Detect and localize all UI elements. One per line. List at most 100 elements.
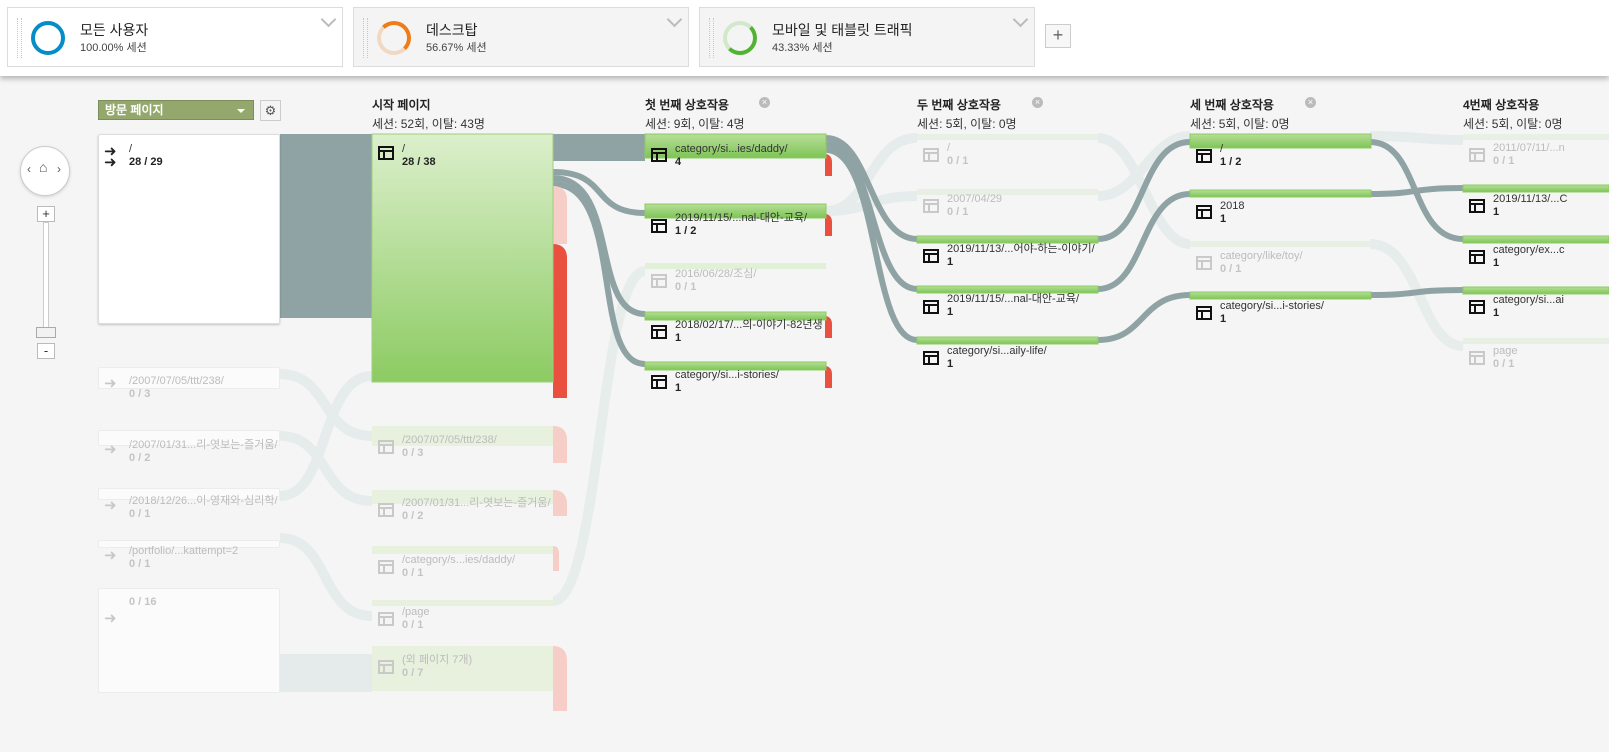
column-stats: 세션: 52회, 이탈: 43명 — [372, 117, 485, 131]
column-stats: 세션: 5회, 이탈: 0명 — [1190, 117, 1290, 131]
node-label[interactable]: /2007/01/31...리-엿보는-즐거움/0 / 2 — [402, 497, 551, 523]
entry-arrow-icon: ➜ ➜ — [104, 143, 117, 171]
node-label[interactable]: page 0 / 1 — [1493, 345, 1517, 371]
column-header-first: 첫 번째 상호작용 세션: 9회, 이탈: 4명 — [645, 96, 745, 132]
node-label[interactable]: /1 / 2 — [1220, 143, 1241, 169]
column-stats: 세션: 9회, 이탈: 4명 — [645, 117, 745, 131]
node-label[interactable]: 0 / 16 — [129, 596, 157, 609]
node-label[interactable]: 2018/02/17/...의-이야기-82년생 1 — [675, 319, 823, 345]
caret-down-icon — [237, 109, 245, 113]
node-label[interactable]: 2019/11/13/...어야-하는-이야기/1 — [947, 243, 1095, 269]
node-label[interactable]: 2011/07/11/...n 0 / 1 — [1493, 142, 1565, 168]
zoom-in-button[interactable]: + — [37, 206, 55, 222]
column-header-fourth: 4번째 상호작용 세션: 5회, 이탈: 0명 — [1463, 96, 1563, 132]
segment-desktop[interactable]: 데스크탑 56.67% 세션 — [353, 7, 689, 67]
node-label[interactable]: category/like/toy/0 / 1 — [1220, 250, 1303, 276]
page-icon — [651, 325, 667, 339]
zoom-slider-track[interactable] — [43, 222, 49, 338]
column-header-third: 세 번째 상호작용 세션: 5회, 이탈: 0명 — [1190, 96, 1290, 132]
entry-arrow-icon: ➜ — [104, 547, 117, 564]
node-label[interactable]: /category/s...ies/daddy/0 / 1 — [402, 554, 515, 580]
chevron-down-icon[interactable] — [320, 11, 337, 28]
entry-arrow-icon: ➜ — [104, 375, 117, 392]
segment-ring-icon — [377, 21, 411, 55]
node-label[interactable]: 2019/11/15/...nal-대안-교육/1 / 2 — [675, 212, 807, 238]
chevron-down-icon[interactable] — [1012, 11, 1029, 28]
close-icon[interactable]: × — [1305, 97, 1316, 108]
page-icon — [651, 274, 667, 288]
page-icon — [1469, 351, 1485, 365]
node-label[interactable]: /0 / 1 — [947, 142, 968, 168]
segment-name: 데스크탑 — [426, 22, 478, 38]
segment-all-users[interactable]: 모든 사용자 100.00% 세션 — [7, 7, 343, 67]
page-icon — [1469, 199, 1485, 213]
node-label[interactable]: category/si...ies/daddy/4 — [675, 143, 788, 169]
pan-control[interactable]: ‹ ⌂ › — [20, 146, 70, 196]
home-icon[interactable]: ⌂ — [39, 159, 47, 175]
node-label[interactable]: category/si...ai 1 — [1493, 294, 1564, 320]
column-title: 시작 페이지 — [372, 98, 431, 112]
node-label[interactable]: /2007/07/05/ttt/238/0 / 3 — [129, 375, 224, 401]
pan-right-icon[interactable]: › — [57, 162, 61, 176]
page-icon — [378, 146, 394, 160]
segment-ring-icon — [723, 21, 757, 55]
gear-icon[interactable]: ⚙ — [260, 100, 281, 121]
page-icon — [1196, 256, 1212, 270]
node-label[interactable]: /28 / 29 — [129, 143, 163, 169]
zoom-slider-handle[interactable] — [36, 327, 56, 338]
page-icon — [378, 440, 394, 454]
landing-node[interactable] — [98, 134, 280, 324]
page-icon — [378, 503, 394, 517]
dimension-dropdown[interactable]: 방문 페이지 — [98, 100, 254, 120]
segment-percent: 43.33% 세션 — [772, 42, 833, 54]
node-label[interactable]: /2007/01/31...리-엿보는-즐거움/0 / 2 — [129, 439, 278, 465]
node-label[interactable]: 2019/11/13/...C 1 — [1493, 193, 1567, 219]
page-icon — [1196, 306, 1212, 320]
page-icon — [923, 148, 939, 162]
flow-canvas: ‹ ⌂ › + - 방문 페이지 ⚙ 시작 페이지 세션: 52회, 이탈: 4… — [0, 76, 1609, 752]
node-label[interactable]: category/ex...c 1 — [1493, 244, 1565, 270]
node-label[interactable]: /2018/12/26...이-영재와-심리학/0 / 1 — [129, 495, 278, 521]
node-label[interactable]: 2016/06/28/조심/0 / 1 — [675, 268, 756, 294]
column-title: 두 번째 상호작용 — [917, 98, 1001, 112]
column-stats: 세션: 5회, 이탈: 0명 — [1463, 117, 1563, 131]
node-label[interactable]: category/si...aily-life/1 — [947, 345, 1047, 371]
segment-ring-icon — [31, 21, 65, 55]
node-label[interactable]: 2018 1 — [1220, 200, 1244, 226]
close-icon[interactable]: × — [1032, 97, 1043, 108]
entry-arrow-icon: ➜ — [104, 497, 117, 514]
node-label[interactable]: category/si...i-stories/1 — [1220, 300, 1324, 326]
segment-percent: 100.00% 세션 — [80, 42, 147, 54]
close-icon[interactable]: × — [759, 97, 770, 108]
node-label[interactable]: 2007/04/29 0 / 1 — [947, 193, 1002, 219]
column-title: 첫 번째 상호작용 — [645, 98, 729, 112]
page-icon — [1196, 205, 1212, 219]
page-icon — [923, 249, 939, 263]
drag-handle[interactable] — [17, 18, 22, 58]
chevron-down-icon[interactable] — [666, 11, 683, 28]
zoom-out-button[interactable]: - — [37, 343, 55, 359]
segment-mobile-tablet[interactable]: 모바일 및 태블릿 트래픽 43.33% 세션 — [699, 7, 1035, 67]
pan-left-icon[interactable]: ‹ — [27, 162, 31, 176]
drag-handle[interactable] — [363, 18, 368, 58]
node-label[interactable]: (외 페이지 7개) 0 / 7 — [402, 654, 472, 680]
page-icon — [378, 612, 394, 626]
page-icon — [923, 351, 939, 365]
node-label[interactable]: /2007/07/05/ttt/238/0 / 3 — [402, 434, 497, 460]
page-icon — [378, 660, 394, 674]
page-icon — [651, 375, 667, 389]
node-label[interactable]: /28 / 38 — [402, 143, 436, 169]
node-label[interactable]: /portfolio/...kattempt=2 0 / 1 — [129, 545, 238, 571]
node-label[interactable]: 2019/11/15/...nal-대안-교육/1 — [947, 293, 1079, 319]
column-title: 세 번째 상호작용 — [1190, 98, 1274, 112]
drag-handle[interactable] — [709, 18, 714, 58]
entry-arrow-icon: ➜ — [104, 441, 117, 458]
page-icon — [651, 219, 667, 233]
segment-percent: 56.67% 세션 — [426, 42, 487, 54]
node-label[interactable]: /page 0 / 1 — [402, 606, 430, 632]
page-icon — [923, 199, 939, 213]
add-segment-button[interactable]: + — [1045, 24, 1071, 48]
node-label[interactable]: category/si...i-stories/1 — [675, 369, 779, 395]
landing-node[interactable] — [98, 588, 280, 693]
page-icon — [923, 300, 939, 314]
